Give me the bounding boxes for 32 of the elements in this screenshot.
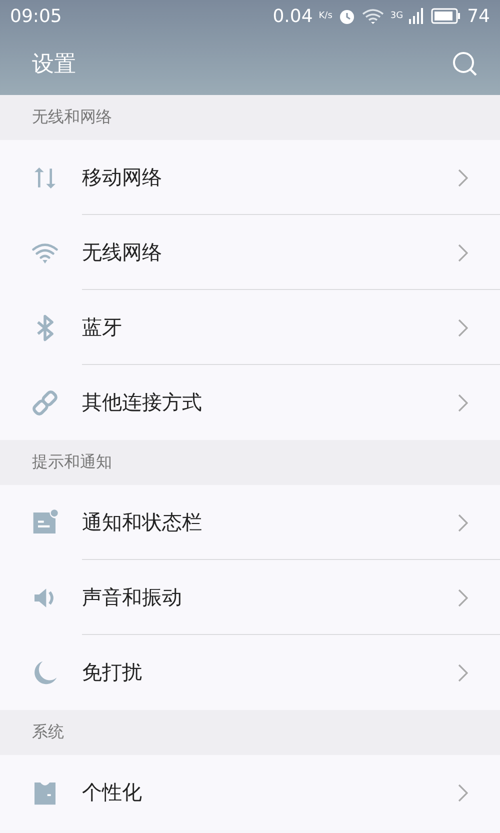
battery-level: 74: [467, 6, 490, 26]
notification-icon: [31, 508, 59, 536]
network-speed: 0.04: [272, 6, 313, 26]
chevron-icon: [458, 244, 468, 262]
settings-item[interactable]: 个性化: [82, 779, 458, 806]
chevron-icon: [458, 514, 468, 532]
alarm-icon: [338, 7, 356, 25]
chevron-icon: [458, 394, 468, 412]
settings-item[interactable]: 移动网络: [82, 164, 458, 191]
settings-item[interactable]: 免打扰: [82, 659, 458, 686]
settings-item[interactable]: 通知和状态栏: [82, 509, 458, 536]
section-header: 系统: [0, 710, 500, 755]
settings-item[interactable]: 蓝牙: [82, 314, 458, 341]
search-icon[interactable]: [452, 50, 478, 76]
chevron-icon: [458, 168, 468, 186]
signal-icon: [409, 8, 426, 24]
speed-unit: K/s: [318, 11, 332, 21]
chevron-icon: [458, 588, 468, 606]
chevron-icon: [458, 318, 468, 336]
section-header: 提示和通知: [0, 440, 500, 485]
settings-item[interactable]: 无线网络: [82, 239, 458, 266]
link-icon: [31, 388, 59, 416]
chevron-icon: [458, 784, 468, 802]
section-header: 无线和网络: [0, 95, 500, 140]
chevron-icon: [458, 664, 468, 682]
page-title: 设置: [32, 50, 77, 78]
wifi-icon: [362, 7, 384, 25]
battery-icon: [431, 8, 462, 24]
network-type: 3G: [390, 11, 404, 21]
clock: 09:05: [10, 6, 62, 26]
settings-item[interactable]: 其他连接方式: [82, 389, 458, 416]
settings-item[interactable]: 声音和振动: [82, 584, 458, 611]
